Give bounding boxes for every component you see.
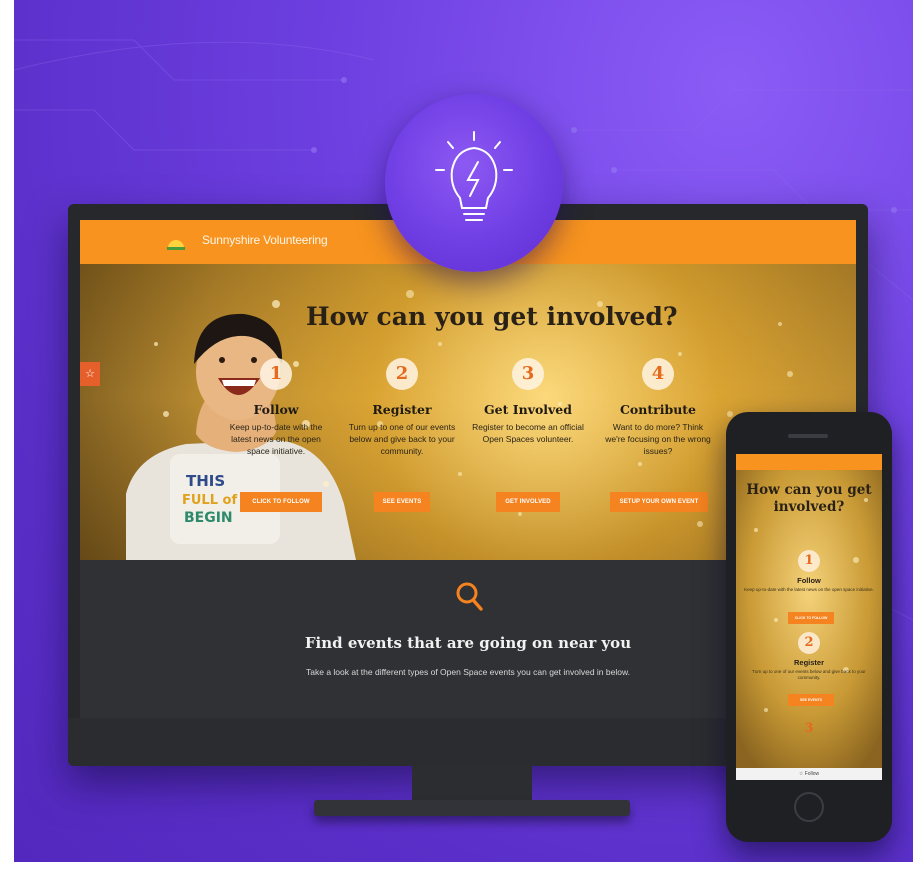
step-description: Turn up to one of our events below and g… xyxy=(348,422,456,456)
monitor-stand-neck xyxy=(412,766,532,804)
svg-text:THIS: THIS xyxy=(186,472,225,490)
mobile-header xyxy=(736,454,882,470)
mobile-follow-label: Follow xyxy=(804,771,820,777)
phone-speaker xyxy=(788,434,828,438)
step-title: Register xyxy=(372,402,432,417)
mobile-click-to-follow-button[interactable]: CLICK TO FOLLOW xyxy=(788,612,834,624)
star-icon: ☆ xyxy=(798,771,804,777)
step-title: Follow xyxy=(253,402,299,417)
step-title: Get Involved xyxy=(484,402,572,417)
mobile-phone: How can you get involved? 1 Follow Keep … xyxy=(726,412,892,842)
promo-stage: Sunnyshire Volunteering THIS FULL of BEG… xyxy=(14,0,913,862)
idea-badge xyxy=(385,94,563,272)
mobile-step-number: 3 xyxy=(804,721,814,736)
step-description: Keep up-to-date with the latest news on … xyxy=(229,422,323,456)
step-title: Contribute xyxy=(619,402,697,417)
step-register: 2 Register Turn up to one of our events … xyxy=(342,358,462,457)
mobile-follow-bar[interactable]: ☆ Follow xyxy=(736,768,882,780)
click-to-follow-button[interactable]: CLICK TO FOLLOW xyxy=(240,492,322,512)
setup-event-button[interactable]: SETUP YOUR OWN EVENT xyxy=(610,492,708,512)
mobile-step-description: Turn up to one of our events below and g… xyxy=(752,669,866,680)
step-number: 4 xyxy=(642,358,674,390)
step-description: Register to become an official Open Spac… xyxy=(472,422,584,444)
sunrise-logo-icon[interactable] xyxy=(166,234,186,250)
mobile-step-number: 1 xyxy=(798,550,820,572)
mobile-see-events-button[interactable]: SEE EVENTS xyxy=(788,694,834,706)
mobile-step-number: 2 xyxy=(798,632,820,654)
step-number: 2 xyxy=(386,358,418,390)
svg-text:FULL of: FULL of xyxy=(182,493,237,508)
star-icon: ☆ xyxy=(85,368,95,380)
step-description: Want to do more? Think we're focusing on… xyxy=(605,422,711,456)
site-name[interactable]: Sunnyshire Volunteering xyxy=(202,233,328,247)
phone-home-button[interactable] xyxy=(794,792,824,822)
step-get-involved: 3 Get Involved Register to become an off… xyxy=(468,358,588,445)
search-icon xyxy=(456,582,483,611)
step-number: 3 xyxy=(512,358,544,390)
step-number: 1 xyxy=(260,358,292,390)
mobile-screen: How can you get involved? 1 Follow Keep … xyxy=(736,454,882,780)
svg-text:BEGIN: BEGIN xyxy=(184,510,233,526)
lightbulb-icon xyxy=(435,131,513,221)
favorite-tab[interactable]: ☆ xyxy=(80,362,100,386)
step-follow: 1 Follow Keep up-to-date with the latest… xyxy=(216,358,336,457)
monitor-stand-base xyxy=(314,800,630,816)
mobile-step-description: Keep up-to-date with the latest news on … xyxy=(744,587,874,592)
hero-title: How can you get involved? xyxy=(306,302,678,331)
mobile-step-title: Register xyxy=(793,658,824,667)
get-involved-button[interactable]: GET INVOLVED xyxy=(496,492,560,512)
see-events-button[interactable]: SEE EVENTS xyxy=(374,492,430,512)
mobile-step-title: Follow xyxy=(797,576,821,585)
mobile-title: How can you get involved? xyxy=(746,482,872,515)
step-contribute: 4 Contribute Want to do more? Think we'r… xyxy=(598,358,718,457)
